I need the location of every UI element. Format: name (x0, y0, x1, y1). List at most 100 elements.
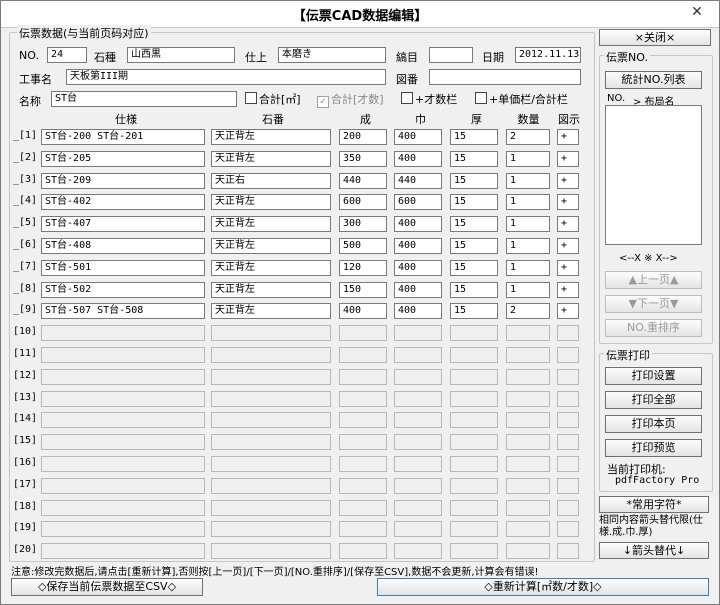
figure-field[interactable] (557, 477, 579, 494)
stone-no-field[interactable] (211, 347, 331, 363)
spec-field[interactable] (41, 543, 205, 560)
width-field[interactable]: 400 (394, 259, 442, 276)
spec-field[interactable] (41, 456, 205, 472)
thickness-field[interactable] (450, 412, 498, 429)
height-field[interactable]: 350 (339, 150, 387, 167)
figure-field[interactable]: + (557, 238, 579, 254)
project-field[interactable]: 天板第III期 (66, 69, 386, 85)
quantity-field[interactable] (506, 347, 550, 363)
height-field[interactable] (339, 521, 387, 538)
height-field[interactable]: 440 (339, 172, 387, 189)
stone-no-field[interactable] (211, 434, 331, 451)
thickness-field[interactable]: 15 (450, 259, 498, 276)
thickness-field[interactable]: 15 (450, 216, 498, 233)
quantity-field[interactable]: 1 (506, 216, 550, 233)
height-field[interactable]: 120 (339, 259, 387, 276)
figure-field[interactable] (557, 325, 579, 342)
quantity-field[interactable] (506, 521, 550, 538)
renumber-button[interactable]: NO.重排序 (605, 319, 702, 337)
add-count-column-checkbox[interactable]: +才数栏 (401, 91, 457, 107)
width-field[interactable]: 400 (394, 238, 442, 254)
quantity-field[interactable] (506, 477, 550, 494)
spec-field[interactable]: ST台-402 (41, 194, 205, 211)
quantity-field[interactable] (506, 368, 550, 385)
quantity-field[interactable] (506, 390, 550, 407)
width-field[interactable] (394, 325, 442, 342)
width-field[interactable]: 400 (394, 281, 442, 298)
stone-no-field[interactable]: 天正背左 (211, 150, 331, 167)
width-field[interactable] (394, 368, 442, 385)
stone-no-field[interactable] (211, 390, 331, 407)
width-field[interactable]: 400 (394, 150, 442, 167)
figure-field[interactable] (557, 543, 579, 560)
common-chars-button[interactable]: *常用字符* (599, 496, 709, 513)
stone-type-field[interactable]: 山西黒 (127, 47, 235, 63)
spec-field[interactable]: ST台-501 (41, 259, 205, 276)
figure-field[interactable] (557, 434, 579, 451)
figure-field[interactable]: + (557, 172, 579, 189)
spec-field[interactable]: ST台-205 (41, 150, 205, 167)
arrow-replace-button[interactable]: ↓箭头替代↓ (599, 542, 709, 559)
stone-no-field[interactable] (211, 543, 331, 560)
stone-no-field[interactable]: 天正背左 (211, 238, 331, 254)
stone-no-field[interactable]: 天正背左 (211, 216, 331, 233)
thickness-field[interactable]: 15 (450, 150, 498, 167)
height-field[interactable]: 150 (339, 281, 387, 298)
stone-no-field[interactable] (211, 325, 331, 342)
thickness-field[interactable]: 15 (450, 172, 498, 189)
stone-no-field[interactable] (211, 412, 331, 429)
width-field[interactable] (394, 521, 442, 538)
quantity-field[interactable]: 1 (506, 150, 550, 167)
width-field[interactable] (394, 412, 442, 429)
unit-price-column-checkbox[interactable]: +单価栏/合計栏 (475, 91, 568, 107)
spec-field[interactable] (41, 390, 205, 407)
quantity-field[interactable] (506, 456, 550, 472)
quantity-field[interactable]: 1 (506, 194, 550, 211)
stone-no-field[interactable] (211, 499, 331, 516)
figure-field[interactable]: + (557, 150, 579, 167)
figure-field[interactable]: + (557, 281, 579, 298)
figure-field[interactable]: + (557, 303, 579, 320)
figure-field[interactable] (557, 347, 579, 363)
spec-field[interactable]: ST台-209 (41, 172, 205, 189)
next-page-button[interactable]: ▼下一页▼ (605, 295, 702, 313)
figure-field[interactable]: + (557, 129, 579, 145)
width-field[interactable] (394, 390, 442, 407)
spec-field[interactable]: ST台-502 (41, 281, 205, 298)
quantity-field[interactable] (506, 412, 550, 429)
stone-no-field[interactable] (211, 521, 331, 538)
height-field[interactable] (339, 347, 387, 363)
figure-field[interactable] (557, 390, 579, 407)
save-csv-button[interactable]: ◇保存当前伝票数据至CSV◇ (11, 578, 203, 596)
height-field[interactable] (339, 434, 387, 451)
spec-field[interactable] (41, 434, 205, 451)
height-field[interactable]: 500 (339, 238, 387, 254)
figure-field[interactable] (557, 456, 579, 472)
jobnum-field[interactable] (429, 47, 473, 63)
figure-field[interactable]: + (557, 259, 579, 276)
quantity-field[interactable]: 2 (506, 303, 550, 320)
thickness-field[interactable] (450, 368, 498, 385)
close-icon[interactable]: ✕ (675, 1, 719, 23)
no-field[interactable]: 24 (47, 47, 87, 63)
figure-field[interactable] (557, 499, 579, 516)
stone-no-field[interactable]: 天正背左 (211, 129, 331, 145)
spec-field[interactable]: ST台-507 ST台-508 (41, 303, 205, 320)
width-field[interactable] (394, 347, 442, 363)
stone-no-field[interactable]: 天正背左 (211, 259, 331, 276)
stone-no-field[interactable]: 天正背左 (211, 194, 331, 211)
height-field[interactable]: 300 (339, 216, 387, 233)
width-field[interactable]: 400 (394, 129, 442, 145)
height-field[interactable] (339, 325, 387, 342)
height-field[interactable] (339, 456, 387, 472)
height-field[interactable] (339, 499, 387, 516)
stone-no-field[interactable] (211, 456, 331, 472)
width-field[interactable] (394, 456, 442, 472)
height-field[interactable] (339, 368, 387, 385)
quantity-field[interactable]: 1 (506, 281, 550, 298)
height-field[interactable] (339, 543, 387, 560)
total-count-checkbox[interactable]: ✓ 合計[才数] (317, 91, 384, 108)
quantity-field[interactable]: 1 (506, 259, 550, 276)
stone-no-field[interactable]: 天正背左 (211, 303, 331, 320)
quantity-field[interactable]: 2 (506, 129, 550, 145)
